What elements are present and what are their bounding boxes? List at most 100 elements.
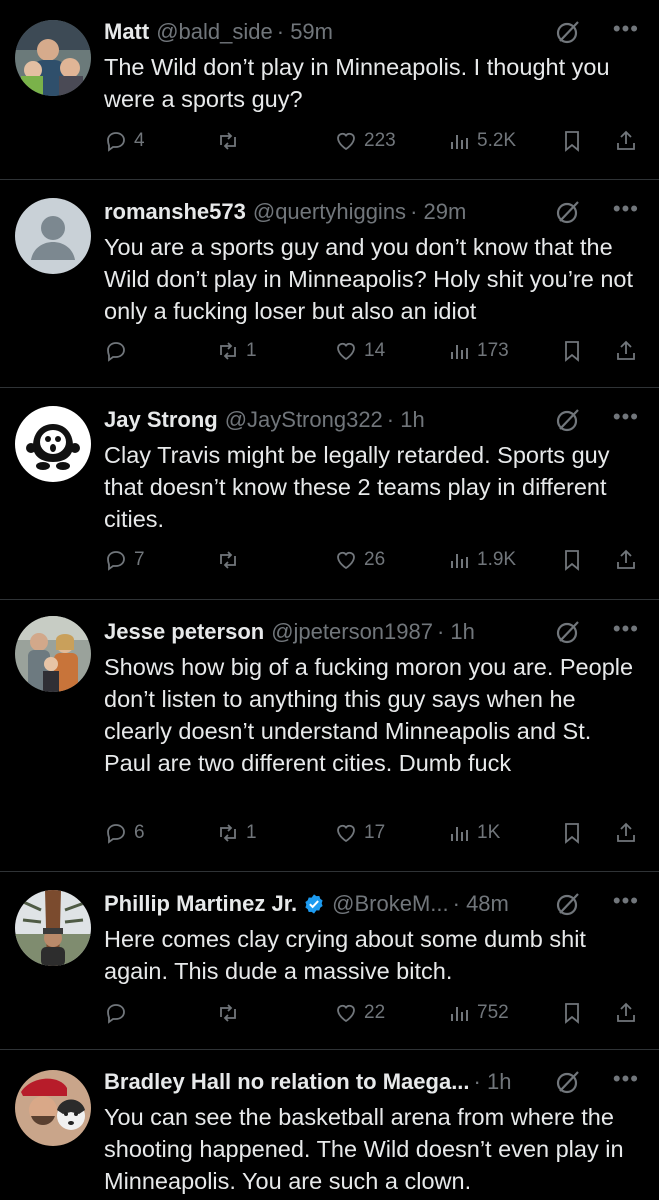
timestamp[interactable]: · 1h <box>437 619 475 645</box>
reply-button[interactable]: 4 <box>104 126 145 156</box>
author-handle[interactable]: @BrokeM... <box>332 891 448 917</box>
bookmark-icon <box>565 1003 579 1024</box>
more-icon[interactable]: ••• <box>613 1066 639 1092</box>
author-handle[interactable]: @quertyhiggins <box>253 199 406 225</box>
author-name[interactable]: Jay Strong <box>104 407 218 433</box>
share-button[interactable] <box>614 545 638 575</box>
like-count: 26 <box>364 549 386 570</box>
action-bar: 6 1 17 1K <box>104 818 641 848</box>
views-icon <box>451 135 468 149</box>
bookmark-button[interactable] <box>560 818 584 848</box>
tweet[interactable]: romanshe573 @quertyhiggins · 29m ••• You… <box>0 180 659 388</box>
author-name[interactable]: Bradley Hall no relation to Maega... <box>104 1069 470 1095</box>
timestamp[interactable]: · 29m <box>410 199 466 225</box>
author-handle[interactable]: @jpeterson1987 <box>271 619 433 645</box>
heart-icon <box>337 1004 355 1023</box>
views-count: 1.9K <box>477 549 517 570</box>
tweet[interactable]: Phillip Martinez Jr. @BrokeM... · 48m ••… <box>0 872 659 1050</box>
more-icon[interactable]: ••• <box>613 616 639 642</box>
repost-count: 1 <box>246 340 257 361</box>
share-icon <box>617 1002 635 1022</box>
like-button[interactable]: 17 <box>334 818 385 848</box>
repost-button[interactable] <box>216 998 246 1028</box>
repost-button[interactable]: 1 <box>216 336 257 366</box>
author-name[interactable]: Matt <box>104 19 149 45</box>
reply-button[interactable]: 6 <box>104 818 145 848</box>
share-button[interactable] <box>614 818 638 848</box>
reply-button[interactable]: 7 <box>104 545 145 575</box>
bookmark-button[interactable] <box>560 998 584 1028</box>
like-button[interactable]: 22 <box>334 998 385 1028</box>
timestamp[interactable]: · 1h <box>474 1069 512 1095</box>
repost-button[interactable]: 1 <box>216 818 257 848</box>
grok-icon[interactable] <box>555 199 581 225</box>
grok-icon[interactable] <box>555 1069 581 1095</box>
repost-button[interactable] <box>216 126 246 156</box>
bookmark-button[interactable] <box>560 545 584 575</box>
avatar[interactable] <box>15 20 91 96</box>
avatar[interactable] <box>15 406 91 482</box>
share-button[interactable] <box>614 126 638 156</box>
reply-button[interactable] <box>104 998 134 1028</box>
more-icon[interactable]: ••• <box>613 888 639 914</box>
tweet[interactable]: Bradley Hall no relation to Maega... · 1… <box>0 1050 659 1200</box>
share-icon <box>617 822 635 842</box>
like-count: 14 <box>364 340 386 361</box>
views-count: 173 <box>477 340 509 361</box>
timestamp[interactable]: · 1h <box>387 407 425 433</box>
tweet-text: Here comes clay crying about some dumb s… <box>104 926 586 984</box>
tweet-text: Shows how big of a fucking moron you are… <box>104 654 634 776</box>
grok-icon[interactable] <box>555 619 581 645</box>
views-button[interactable]: 1K <box>447 818 500 848</box>
grok-icon[interactable] <box>555 407 581 433</box>
reply-button[interactable] <box>104 336 134 366</box>
share-button[interactable] <box>614 998 638 1028</box>
author-name[interactable]: Jesse peterson <box>104 619 264 645</box>
avatar[interactable] <box>15 616 91 692</box>
avatar[interactable] <box>15 890 91 966</box>
more-icon[interactable]: ••• <box>613 196 639 222</box>
author-handle[interactable]: @bald_side <box>156 19 273 45</box>
reply-icon <box>107 1004 125 1024</box>
bookmark-icon <box>565 341 579 362</box>
tweet[interactable]: Matt @bald_side · 59m ••• The Wild don’t… <box>0 0 659 180</box>
grok-icon[interactable] <box>555 891 581 917</box>
tweet-header: romanshe573 @quertyhiggins · 29m ••• <box>104 196 639 228</box>
reply-icon <box>107 342 125 362</box>
share-button[interactable] <box>614 336 638 366</box>
views-count: 1K <box>477 822 501 843</box>
views-button[interactable]: 173 <box>447 336 509 366</box>
tweet[interactable]: Jesse peterson @jpeterson1987 · 1h ••• S… <box>0 600 659 872</box>
like-button[interactable]: 223 <box>334 126 396 156</box>
like-button[interactable]: 14 <box>334 336 385 366</box>
reply-count: 4 <box>134 130 145 151</box>
views-icon <box>451 554 468 568</box>
tweet[interactable]: Jay Strong @JayStrong322 · 1h ••• Clay T… <box>0 388 659 600</box>
repost-button[interactable] <box>216 545 246 575</box>
timestamp[interactable]: · 59m <box>277 19 333 45</box>
grok-icon[interactable] <box>555 19 581 45</box>
more-icon[interactable]: ••• <box>613 16 639 42</box>
avatar[interactable] <box>15 198 91 274</box>
verified-badge-icon[interactable] <box>303 893 325 915</box>
bookmark-button[interactable] <box>560 126 584 156</box>
repost-icon <box>220 342 236 360</box>
bookmark-button[interactable] <box>560 336 584 366</box>
shy-guy-avatar-icon <box>15 406 91 482</box>
timestamp[interactable]: · 48m <box>453 891 509 917</box>
bookmark-icon <box>565 823 579 844</box>
reply-count: 7 <box>134 549 145 570</box>
views-button[interactable]: 1.9K <box>447 545 516 575</box>
more-icon[interactable]: ••• <box>613 404 639 430</box>
heart-icon <box>337 824 355 843</box>
avatar[interactable] <box>15 1070 91 1146</box>
heart-icon <box>337 342 355 361</box>
author-handle[interactable]: @JayStrong322 <box>225 407 383 433</box>
author-name[interactable]: Phillip Martinez Jr. <box>104 891 297 917</box>
views-button[interactable]: 5.2K <box>447 126 516 156</box>
bookmark-icon <box>565 131 579 152</box>
like-button[interactable]: 26 <box>334 545 385 575</box>
action-bar: 4 223 5.2K <box>104 126 641 156</box>
views-button[interactable]: 752 <box>447 998 509 1028</box>
author-name[interactable]: romanshe573 <box>104 199 246 225</box>
